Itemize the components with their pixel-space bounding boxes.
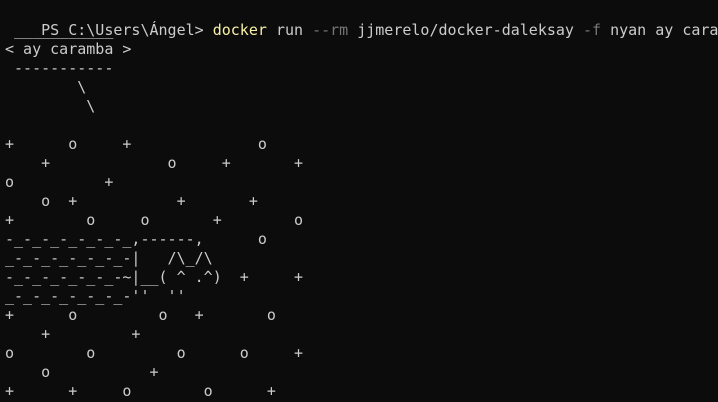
command-program: docker — [212, 21, 267, 39]
output-line: + o + o — [5, 135, 267, 153]
output-line: -_-_-_-_-_-_-_,------, o — [5, 230, 267, 248]
output-line: + + — [5, 325, 141, 343]
output-line: \ — [5, 78, 87, 96]
command-line: PS C:\Users\Ángel> docker run --rm jjmer… — [5, 2, 718, 39]
output-line: ----------- — [5, 59, 114, 77]
output-line: -_-_-_-_-_-_-~|__( ^ .^) + + — [5, 268, 304, 286]
command-subcommand: run — [275, 21, 304, 39]
terminal-window[interactable]: PS C:\Users\Ángel> docker run --rm jjmer… — [0, 0, 718, 402]
output-line: _-_-_-_-_-_-_-| /\_/\ — [5, 249, 213, 267]
command-flag-rm: --rm — [312, 21, 349, 39]
output-line: _-_-_-_-_-_-_-'' '' — [5, 287, 186, 305]
output-line: o + + + — [5, 192, 258, 210]
output-line: + o o + o — [5, 211, 304, 229]
output-line: o + — [5, 173, 114, 191]
output-line: \ — [5, 97, 96, 115]
output-line: + o + + — [5, 154, 304, 172]
command-image: jjmerelo/docker-daleksay — [357, 21, 574, 39]
command-output: ___________ < ay caramba > ----------- \… — [5, 21, 718, 401]
output-line: o o o o + — [5, 344, 304, 362]
output-line: + o o + o — [5, 306, 276, 324]
output-line: < ay caramba > — [5, 40, 132, 58]
command-args: nyan ay caramba — [610, 21, 718, 39]
output-line: o + — [5, 363, 159, 381]
output-line: + + o o + — [5, 382, 276, 400]
command-flag-f: -f — [583, 21, 602, 39]
